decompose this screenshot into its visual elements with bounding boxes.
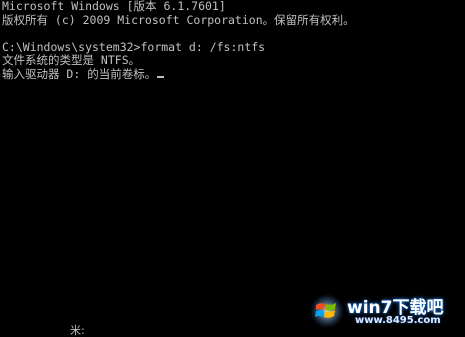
console-line-text: 输入驱动器 D: 的当前卷标。 xyxy=(2,66,157,81)
command-prompt-window[interactable]: Microsoft Windows [版本 6.1.7601] 版权所有 (c)… xyxy=(0,0,465,337)
console-line: Microsoft Windows [版本 6.1.7601] xyxy=(2,0,226,13)
watermark-url: www.8495.com xyxy=(355,315,441,326)
console-line: 文件系统的类型是 NTFS。 xyxy=(2,53,141,68)
windows-flag-icon xyxy=(310,294,344,328)
console-output: Microsoft Windows [版本 6.1.7601] 版权所有 (c)… xyxy=(2,0,355,82)
watermark: win7下载吧 www.8495.com xyxy=(309,291,459,331)
console-bottom-fragment: 米: xyxy=(70,324,85,337)
text-cursor xyxy=(157,75,165,78)
console-line: 版权所有 (c) 2009 Microsoft Corporation。保留所有… xyxy=(2,12,355,27)
console-input-line[interactable]: 输入驱动器 D: 的当前卷标。 xyxy=(2,66,355,82)
console-line: C:\Windows\system32>format d: /fs:ntfs xyxy=(2,39,266,54)
